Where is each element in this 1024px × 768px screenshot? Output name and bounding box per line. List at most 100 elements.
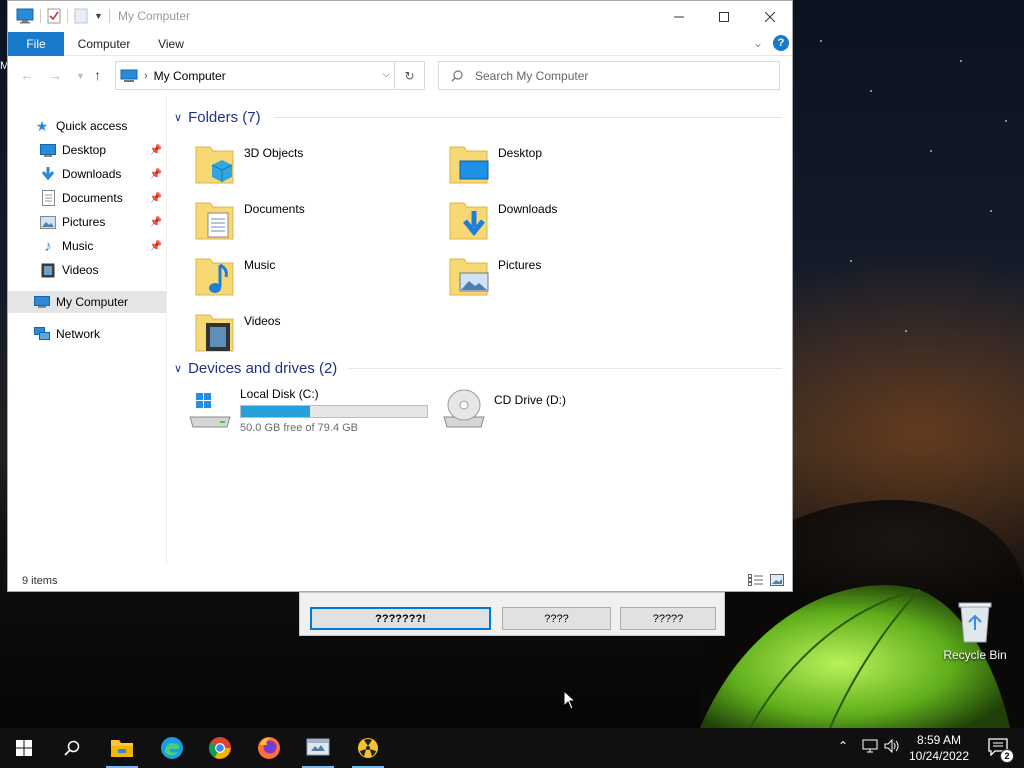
close-button[interactable] (747, 1, 793, 32)
up-arrow-icon[interactable]: ↑ (94, 67, 101, 83)
recent-locations-chevron-icon[interactable]: ▼ (76, 71, 85, 81)
pin-icon[interactable]: 📌 (150, 241, 162, 252)
new-folder-icon[interactable] (74, 8, 88, 24)
folder-documents[interactable]: Documents (172, 193, 422, 243)
tab-file[interactable]: File (8, 32, 64, 56)
folders-group-header[interactable]: ∨ Folders (7) (174, 107, 261, 127)
star (820, 40, 822, 42)
taskbar-app-5[interactable] (294, 728, 342, 768)
content-area: ∨ Folders (7) 3D Objects Desktop Documen… (168, 101, 788, 567)
folder-music[interactable]: Music (172, 249, 422, 299)
taskbar-search-button[interactable] (48, 728, 96, 768)
taskbar-file-explorer[interactable] (98, 728, 146, 768)
desktop-icon (40, 142, 56, 158)
folder-label: Videos (244, 314, 281, 328)
taskbar-clock[interactable]: 8:59 AM 10/24/2022 (904, 732, 974, 764)
ribbon-tabs: File Computer View ⌄ ? (8, 32, 792, 56)
file-explorer-window: ▼ My Computer File Computer View ⌄ ? ← →… (7, 0, 793, 592)
address-dropdown-chevron-icon[interactable]: ⌵ (382, 69, 390, 80)
taskbar-app-6[interactable] (344, 728, 392, 768)
search-input[interactable] (475, 68, 755, 83)
dialog-third-button[interactable]: ????? (620, 607, 716, 630)
back-arrow-icon[interactable]: ← (20, 67, 34, 83)
sidebar-item-quick-access[interactable]: ★ Quick access (8, 115, 166, 137)
breadcrumb-chevron-icon[interactable]: › (144, 70, 148, 82)
drive-cd-d[interactable]: CD Drive (D:) (422, 385, 682, 435)
recycle-bin[interactable]: Recycle Bin (940, 600, 1010, 672)
sidebar-item-desktop[interactable]: Desktop 📌 (8, 139, 166, 161)
sidebar-item-label: Pictures (62, 215, 106, 229)
sidebar-item-network[interactable]: Network (8, 323, 166, 345)
sidebar-item-label: Desktop (62, 143, 107, 157)
taskbar-firefox[interactable] (245, 728, 293, 768)
taskbar-edge[interactable] (148, 728, 196, 768)
collapse-chevron-icon[interactable]: ∨ (174, 111, 182, 124)
sidebar-item-pictures[interactable]: Pictures 📌 (8, 211, 166, 233)
refresh-icon: ↻ (404, 68, 415, 83)
minimize-button[interactable] (656, 1, 702, 32)
collapse-chevron-icon[interactable]: ∨ (174, 362, 182, 375)
folder-label: Pictures (498, 258, 542, 272)
mouse-cursor-icon (563, 690, 577, 710)
address-bar[interactable]: › My Computer ⌵ ↻ (115, 61, 425, 90)
folder-desktop[interactable]: Desktop (426, 137, 676, 187)
properties-icon[interactable] (47, 8, 61, 24)
minimize-icon (674, 16, 684, 17)
drive-label: Local Disk (C:) (240, 387, 319, 401)
group-header-label: Folders (7) (188, 108, 261, 126)
details-view-icon[interactable] (748, 574, 764, 586)
maximize-icon (719, 11, 729, 22)
address-breadcrumb[interactable]: My Computer (154, 69, 226, 83)
folder-pictures[interactable]: Pictures (426, 249, 676, 299)
dialog-second-button[interactable]: ???? (502, 607, 611, 630)
pane-divider[interactable] (166, 95, 167, 565)
start-button[interactable] (0, 728, 48, 768)
sidebar-item-videos[interactable]: Videos (8, 259, 166, 281)
title-bar[interactable]: ▼ My Computer (8, 1, 792, 32)
sidebar-item-downloads[interactable]: Downloads 📌 (8, 163, 166, 185)
pin-icon[interactable]: 📌 (150, 217, 162, 228)
volume-icon[interactable] (884, 739, 900, 753)
sidebar-item-music[interactable]: ♪ Music 📌 (8, 235, 166, 257)
network-status-icon[interactable] (862, 739, 878, 753)
close-icon (765, 11, 775, 22)
folder-videos[interactable]: Videos (172, 305, 422, 355)
devices-group-header[interactable]: ∨ Devices and drives (2) (174, 358, 337, 378)
tab-view[interactable]: View (148, 32, 194, 56)
edge-icon (161, 737, 183, 759)
background-dialog: ???????! ???? ????? (299, 592, 725, 636)
computer-icon (120, 69, 138, 82)
taskbar-chrome[interactable] (196, 728, 244, 768)
forward-arrow-icon[interactable]: → (48, 67, 62, 83)
search-icon (451, 69, 463, 81)
sidebar-item-label: Music (62, 239, 94, 253)
folder-3d-objects[interactable]: 3D Objects (172, 137, 422, 187)
action-center-button[interactable]: 2 (988, 738, 1014, 763)
sidebar-item-documents[interactable]: Documents 📌 (8, 187, 166, 209)
windows-start-icon (16, 740, 32, 756)
help-icon[interactable]: ? (773, 35, 789, 51)
dialog-primary-button[interactable]: ???????! (310, 607, 491, 630)
group-divider (348, 368, 782, 369)
expand-ribbon-chevron-icon[interactable]: ⌄ (753, 36, 763, 50)
sidebar-item-my-computer[interactable]: My Computer (8, 291, 166, 313)
show-hidden-icons-chevron-icon[interactable]: ⌃ (838, 739, 848, 753)
folder-label: Documents (244, 202, 305, 216)
group-divider (274, 117, 782, 118)
sidebar-item-label: Videos (62, 263, 99, 277)
refresh-button[interactable]: ↻ (394, 62, 424, 89)
documents-folder-icon (195, 202, 234, 240)
folder-label: 3D Objects (244, 146, 304, 160)
maximize-button[interactable] (701, 1, 747, 32)
pin-icon[interactable]: 📌 (150, 169, 162, 180)
search-box[interactable] (438, 61, 780, 90)
navigation-bar: ← → ▼ ↑ › My Computer ⌵ ↻ (8, 57, 792, 95)
large-icons-view-icon[interactable] (770, 574, 784, 586)
customize-toolbar-chevron-icon[interactable]: ▼ (94, 11, 103, 21)
pin-icon[interactable]: 📌 (150, 193, 162, 204)
pin-icon[interactable]: 📌 (150, 145, 162, 156)
folder-downloads[interactable]: Downloads (426, 193, 676, 243)
drive-local-disk-c[interactable]: Local Disk (C:) 50.0 GB free of 79.4 GB (168, 385, 428, 435)
tab-computer[interactable]: Computer (72, 32, 136, 56)
videos-icon (40, 262, 56, 278)
